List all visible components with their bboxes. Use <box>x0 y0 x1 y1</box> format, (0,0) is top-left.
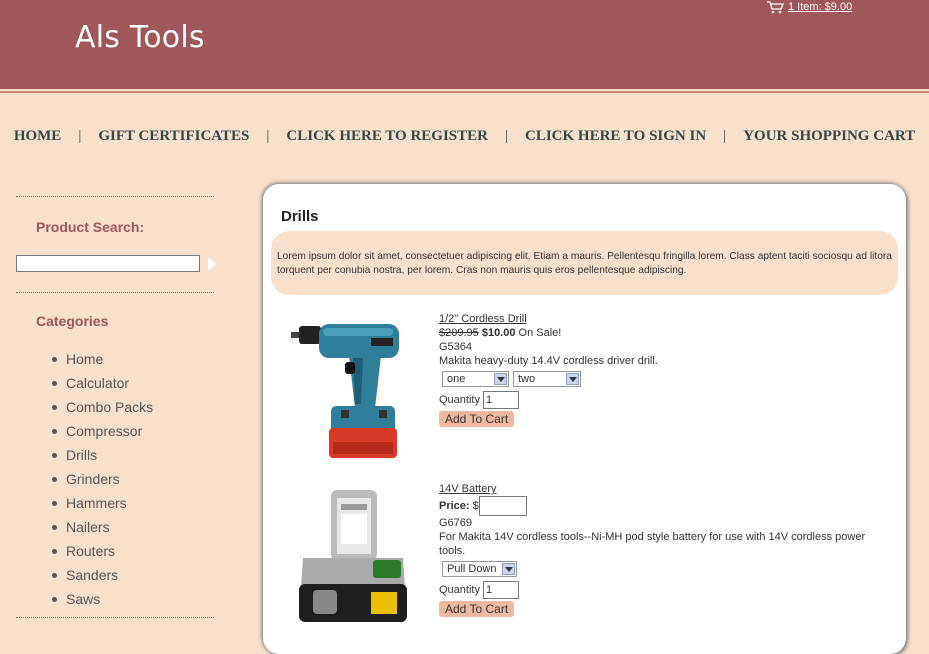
category-item-nailers[interactable]: Nailers <box>16 515 216 539</box>
bullet-icon <box>52 500 57 506</box>
nav-separator: | <box>723 128 727 144</box>
page-title: Drills <box>281 208 319 225</box>
categories-title: Categories <box>36 313 109 329</box>
bullet-icon <box>52 404 57 410</box>
nav-separator: | <box>504 128 508 144</box>
site-logo[interactable]: Als Tools <box>75 20 205 55</box>
category-label[interactable]: Drills <box>66 443 97 467</box>
sidebar-divider <box>16 617 214 618</box>
category-label[interactable]: Saws <box>66 587 100 611</box>
search-row <box>16 255 216 272</box>
chevron-down-icon[interactable] <box>566 373 579 385</box>
search-go-arrow-icon[interactable] <box>208 256 216 271</box>
quantity-label: Quantity <box>439 583 480 596</box>
nav-sign-in[interactable]: CLICK HERE TO SIGN IN <box>525 128 706 145</box>
category-label[interactable]: Sanders <box>66 563 118 587</box>
product-name-link[interactable]: 14V Battery <box>439 483 496 495</box>
sale-price: $10.00 <box>481 327 516 339</box>
option-select-pull-down[interactable]: Pull Down <box>442 561 517 577</box>
category-item-grinders[interactable]: Grinders <box>16 467 216 491</box>
product-description: Makita heavy-duty 14.4V cordless driver … <box>439 355 658 367</box>
sidebar-divider <box>16 292 214 293</box>
quantity-row: Quantity 1 <box>439 581 879 599</box>
option-select-2[interactable]: two <box>513 371 581 387</box>
category-item-home[interactable]: Home <box>16 347 216 371</box>
category-item-saws[interactable]: Saws <box>16 587 216 611</box>
option-selects: one two <box>442 371 658 387</box>
bullet-icon <box>52 428 57 434</box>
option-select-2-value: two <box>518 373 536 385</box>
search-input[interactable] <box>16 255 200 272</box>
product-info: 1/2" Cordless Drill $209.95 $10.00 On Sa… <box>439 312 658 427</box>
category-label[interactable]: Compressor <box>66 419 142 443</box>
price-input[interactable] <box>478 496 527 516</box>
nav-home[interactable]: HOME <box>14 128 62 145</box>
nav-shopping-cart[interactable]: YOUR SHOPPING CART <box>743 128 915 145</box>
bullet-icon <box>52 524 57 530</box>
category-item-routers[interactable]: Routers <box>16 539 216 563</box>
option-selects: Pull Down <box>442 561 879 577</box>
quantity-input[interactable]: 1 <box>483 391 520 409</box>
category-item-compressor[interactable]: Compressor <box>16 419 216 443</box>
quantity-input[interactable]: 1 <box>483 581 520 599</box>
bullet-icon <box>52 548 57 554</box>
product-search-title: Product Search: <box>36 219 145 235</box>
main-nav: HOME | GIFT CERTIFICATES | CLICK HERE TO… <box>0 128 929 145</box>
add-to-cart-button[interactable]: Add To Cart <box>439 601 515 617</box>
option-select-1-value: one <box>447 373 466 385</box>
quantity-row: Quantity 1 <box>439 391 658 409</box>
chevron-down-icon[interactable] <box>502 563 515 575</box>
bullet-icon <box>52 356 57 362</box>
category-label[interactable]: Nailers <box>66 515 110 539</box>
quantity-label: Quantity <box>439 393 480 406</box>
sale-label: On Sale! <box>518 327 562 339</box>
cart-icon[interactable] <box>766 0 785 14</box>
bullet-icon <box>52 476 57 482</box>
category-label[interactable]: Grinders <box>66 467 120 491</box>
product-name-link[interactable]: 1/2" Cordless Drill <box>439 313 527 325</box>
bullet-icon <box>52 596 57 602</box>
category-item-drills[interactable]: Drills <box>16 443 216 467</box>
option-select-value: Pull Down <box>447 563 497 575</box>
add-to-cart-button[interactable]: Add To Cart <box>439 411 515 427</box>
header-divider-dark <box>0 91 929 93</box>
sidebar: Product Search: Categories Home Calculat… <box>16 196 216 618</box>
category-item-calculator[interactable]: Calculator <box>16 371 216 395</box>
product-sku: G6769 <box>439 517 473 529</box>
cordless-drill-image[interactable] <box>289 316 407 471</box>
category-label[interactable]: Routers <box>66 539 115 563</box>
option-select-1[interactable]: one <box>442 371 509 387</box>
product-description: For Makita 14V cordless tools--Ni-MH pod… <box>439 531 866 557</box>
category-label[interactable]: Combo Packs <box>66 395 153 419</box>
description-text: Lorem ipsum dolor sit amet, consectetuer… <box>277 251 892 276</box>
nav-gift-certificates[interactable]: GIFT CERTIFICATES <box>98 128 249 145</box>
category-description: Lorem ipsum dolor sit amet, consectetuer… <box>271 231 898 295</box>
price-label: Price: <box>439 500 470 512</box>
bullet-icon <box>52 452 57 458</box>
category-label[interactable]: Home <box>66 347 103 371</box>
category-item-sanders[interactable]: Sanders <box>16 563 216 587</box>
nav-separator: | <box>266 128 270 144</box>
main-content-panel: Drills Lorem ipsum dolor sit amet, conse… <box>263 184 906 654</box>
bullet-icon <box>52 380 57 386</box>
bullet-icon <box>52 572 57 578</box>
category-list: Home Calculator Combo Packs Compressor D… <box>16 347 216 611</box>
nav-register[interactable]: CLICK HERE TO REGISTER <box>286 128 488 145</box>
cart-summary-link[interactable]: 1 Item: $9.00 <box>788 1 852 13</box>
product-info: 14V Battery Price: $ G6769 For Makita 14… <box>439 482 879 617</box>
sidebar-divider <box>16 196 214 197</box>
nav-separator: | <box>78 128 82 144</box>
category-item-combo-packs[interactable]: Combo Packs <box>16 395 216 419</box>
cart-summary[interactable]: 1 Item: $9.00 <box>766 0 852 14</box>
old-price: $209.95 <box>439 327 479 339</box>
chevron-down-icon[interactable] <box>494 373 507 385</box>
battery-image[interactable] <box>293 488 413 633</box>
category-label[interactable]: Hammers <box>66 491 127 515</box>
product-sku: G5364 <box>439 341 473 353</box>
category-label[interactable]: Calculator <box>66 371 129 395</box>
category-item-hammers[interactable]: Hammers <box>16 491 216 515</box>
